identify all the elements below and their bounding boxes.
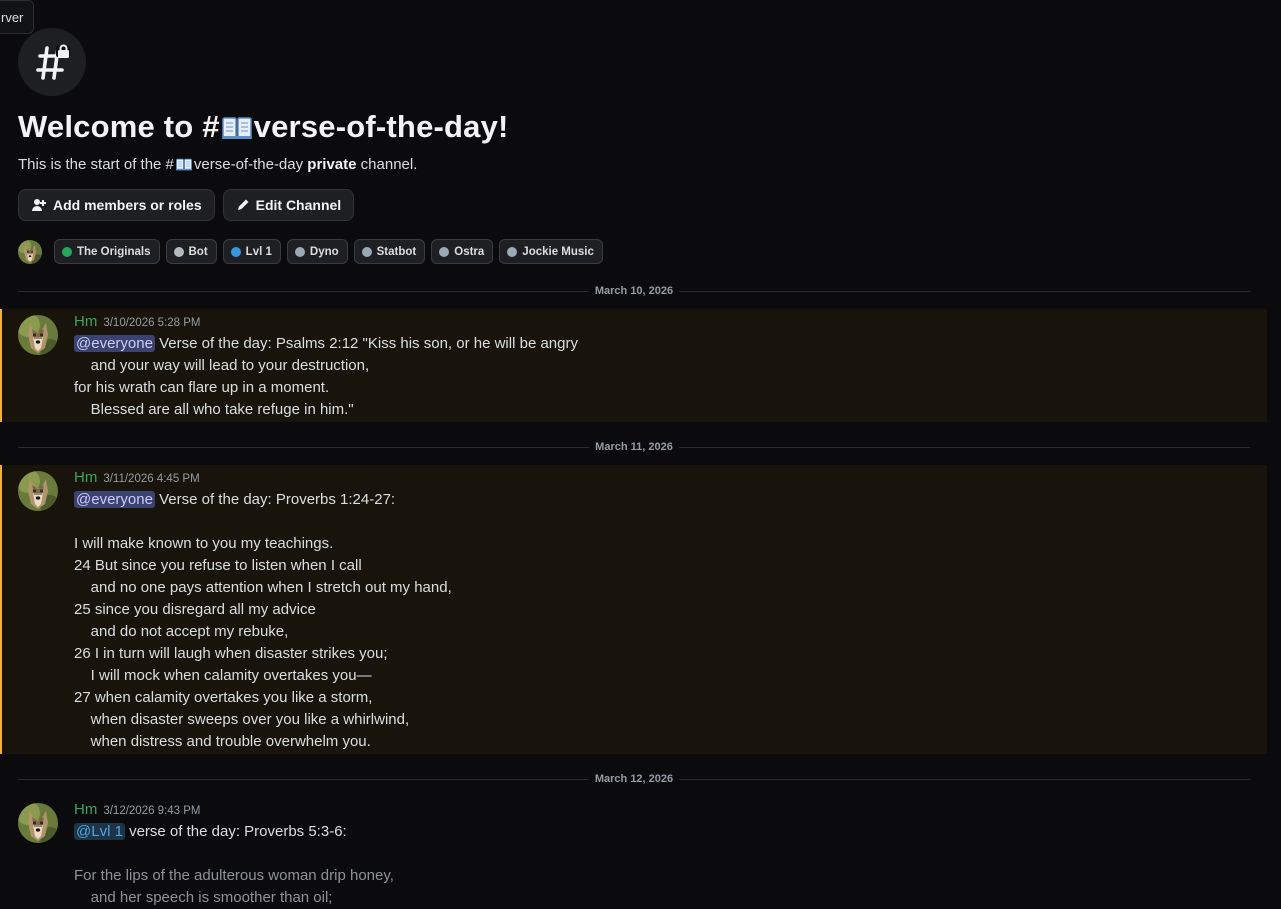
role-chip-the-originals[interactable]: The Originals bbox=[54, 239, 160, 264]
role-color-dot bbox=[507, 246, 518, 257]
role-color-dot bbox=[230, 246, 241, 257]
pencil-icon bbox=[237, 199, 249, 210]
subtitle-prefix: This is the start of the # bbox=[18, 156, 174, 173]
private-channel-hash-icon bbox=[18, 28, 86, 96]
message-content: @everyone Verse of the day: Psalms 2:12 … bbox=[74, 333, 578, 421]
message-line: when distress and trouble overwhelm you. bbox=[74, 733, 371, 750]
avatar[interactable] bbox=[18, 471, 58, 511]
message-line: and your way will lead to your destructi… bbox=[74, 357, 370, 374]
role-chip-jockie-music[interactable]: Jockie Music bbox=[499, 239, 603, 264]
channel-members-roles: The Originals Bot Lvl 1 Dyno Statbot Ost… bbox=[18, 239, 603, 264]
welcome-subtitle: This is the start of the # verse-of-the-d… bbox=[18, 155, 603, 175]
message-line: when disaster sweeps over you like a whi… bbox=[74, 711, 410, 728]
message-line: I will mock when calamity overtakes you— bbox=[74, 667, 372, 684]
avatar[interactable] bbox=[18, 803, 58, 843]
message-line: Verse of the day: Proverbs 1:24-27: bbox=[154, 491, 396, 508]
role-name: The Originals bbox=[77, 245, 151, 258]
welcome-title: Welcome to # verse-of-the-day! bbox=[18, 107, 603, 147]
message-header: Hm 3/11/2026 4:45 PM bbox=[74, 469, 200, 487]
add-members-button[interactable]: Add members or roles bbox=[18, 189, 215, 221]
mention-everyone[interactable]: @everyone bbox=[74, 335, 155, 352]
message-header: Hm 3/12/2026 9:43 PM bbox=[74, 801, 201, 819]
message-item[interactable]: Hm 3/10/2026 5:28 PM @everyone Verse of t… bbox=[0, 309, 1267, 422]
subtitle-suffix: channel. bbox=[356, 156, 418, 173]
role-color-dot bbox=[173, 246, 184, 257]
message-header: Hm 3/10/2026 5:28 PM bbox=[74, 313, 201, 331]
message-line: verse of the day: Proverbs 5:3-6: bbox=[124, 823, 347, 840]
message-line: for his wrath can flare up in a moment. bbox=[74, 379, 330, 396]
open-book-icon bbox=[176, 158, 192, 171]
welcome-title-prefix: Welcome to # bbox=[18, 109, 220, 144]
edit-channel-label: Edit Channel bbox=[255, 197, 342, 213]
mention-role-lvl-1[interactable]: @Lvl 1 bbox=[74, 823, 125, 840]
date-divider: March 12, 2026 bbox=[18, 773, 1250, 785]
role-chip-statbot[interactable]: Statbot bbox=[353, 239, 426, 264]
role-color-dot bbox=[62, 246, 72, 257]
message-timestamp: 3/11/2026 4:45 PM bbox=[103, 473, 200, 485]
mention-everyone[interactable]: @everyone bbox=[74, 491, 155, 508]
date-divider-label: March 10, 2026 bbox=[588, 285, 680, 297]
message-item[interactable]: Hm 3/12/2026 9:43 PM @Lvl 1 verse of the … bbox=[0, 797, 1265, 906]
message-line: Verse of the day: Psalms 2:12 "Kiss his … bbox=[154, 335, 578, 352]
role-color-dot bbox=[294, 246, 305, 257]
message-line: and no one pays attention when I stretch… bbox=[74, 579, 452, 596]
date-divider: March 11, 2026 bbox=[18, 441, 1250, 453]
open-book-icon bbox=[222, 116, 252, 140]
message-author[interactable]: Hm bbox=[74, 313, 97, 330]
message-author[interactable]: Hm bbox=[74, 469, 97, 486]
role-name: Lvl 1 bbox=[245, 245, 272, 258]
message-author[interactable]: Hm bbox=[74, 801, 97, 818]
add-members-label: Add members or roles bbox=[53, 197, 202, 213]
date-divider-label: March 11, 2026 bbox=[589, 441, 679, 453]
message-content: @everyone Verse of the day: Proverbs 1:2… bbox=[74, 489, 452, 753]
role-name: Jockie Music bbox=[522, 245, 594, 258]
role-color-dot bbox=[439, 246, 450, 257]
role-chip-bot[interactable]: Bot bbox=[165, 239, 217, 264]
message-line: and do not accept my rebuke, bbox=[74, 623, 289, 640]
role-name: Dyno bbox=[309, 245, 339, 258]
role-name: Bot bbox=[188, 245, 208, 258]
role-chip-ostra[interactable]: Ostra bbox=[431, 239, 494, 264]
message-content: @Lvl 1 verse of the day: Proverbs 5:3-6:… bbox=[74, 821, 394, 909]
channel-actions: Add members or roles Edit Channel bbox=[18, 189, 603, 221]
add-member-icon bbox=[32, 199, 46, 211]
avatar[interactable] bbox=[18, 315, 58, 355]
role-color-dot bbox=[361, 246, 372, 257]
channel-welcome: Welcome to # verse-of-the-day! This is th… bbox=[18, 28, 603, 264]
message-line: For the lips of the adulterous woman dri… bbox=[74, 867, 394, 884]
role-chip-lvl-1[interactable]: Lvl 1 bbox=[222, 239, 281, 264]
message-line: and her speech is smoother than oil; bbox=[74, 889, 333, 906]
subtitle-channel: verse-of-the-day bbox=[193, 156, 304, 173]
member-avatar[interactable] bbox=[18, 240, 42, 264]
subtitle-private: private bbox=[307, 156, 357, 173]
date-divider-label: March 12, 2026 bbox=[588, 773, 680, 785]
message-timestamp: 3/10/2026 5:28 PM bbox=[103, 317, 201, 329]
welcome-title-suffix: verse-of-the-day! bbox=[253, 109, 509, 144]
message-line: 27 when calamity overtakes you like a st… bbox=[74, 689, 373, 706]
message-line: I will make known to you my teachings. bbox=[74, 535, 334, 552]
message-item[interactable]: Hm 3/11/2026 4:45 PM @everyone Verse of t… bbox=[0, 465, 1267, 754]
message-line: 26 I in turn will laugh when disaster st… bbox=[74, 645, 388, 662]
role-name: Ostra bbox=[454, 245, 485, 258]
message-line: 25 since you disregard all my advice bbox=[74, 601, 316, 618]
date-divider: March 10, 2026 bbox=[18, 285, 1250, 297]
tooltip-text: rver bbox=[1, 10, 24, 25]
edit-channel-button[interactable]: Edit Channel bbox=[222, 189, 355, 221]
message-timestamp: 3/12/2026 9:43 PM bbox=[103, 805, 201, 817]
message-line: 24 But since you refuse to listen when I… bbox=[74, 557, 362, 574]
message-line: Blessed are all who take refuge in him." bbox=[74, 401, 354, 418]
role-chip-dyno[interactable]: Dyno bbox=[286, 239, 348, 264]
role-name: Statbot bbox=[376, 245, 417, 258]
